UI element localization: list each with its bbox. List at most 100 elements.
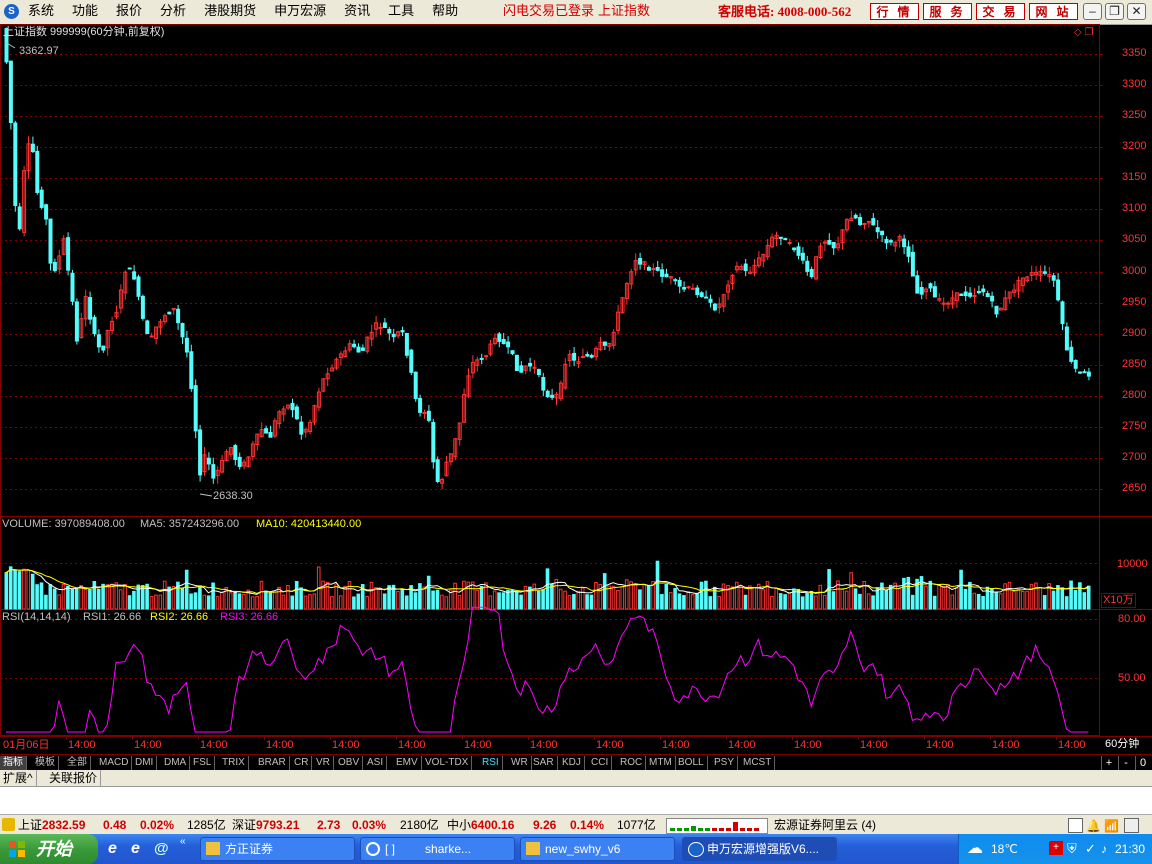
volume-bar: [61, 583, 66, 610]
volume-bar: [629, 581, 633, 610]
zx-label: 中小: [447, 818, 472, 832]
tab-roc[interactable]: ROC: [617, 756, 647, 770]
ie-quicklaunch-icon-2[interactable]: e: [131, 840, 149, 858]
task-founder-securities[interactable]: 方正证券: [200, 837, 355, 861]
chart-canvas[interactable]: [0, 24, 1152, 754]
menu-help[interactable]: 帮助: [432, 0, 458, 24]
tab-asi[interactable]: ASI: [364, 756, 388, 770]
related-quote-button[interactable]: 关联报价: [46, 770, 102, 786]
tab-dmi[interactable]: DMI: [132, 756, 158, 770]
tray-network-icon[interactable]: ✓: [1085, 834, 1096, 864]
menu-analysis[interactable]: 分析: [160, 0, 186, 24]
volume-bar: [286, 585, 290, 610]
tab-模板[interactable]: 模板: [32, 756, 59, 770]
website-button[interactable]: 网 站: [1029, 3, 1078, 20]
tab-mcst[interactable]: MCST: [740, 756, 776, 770]
tab-cci[interactable]: CCI: [588, 756, 613, 770]
service-button[interactable]: 服 务: [923, 3, 972, 20]
menu-hk-futures[interactable]: 港股期货: [204, 0, 256, 24]
quote-button[interactable]: 行 情: [870, 3, 919, 20]
candle-body: [638, 258, 643, 265]
candle-body: [206, 457, 211, 465]
tab-全部[interactable]: 全部: [64, 756, 91, 770]
tab-指标[interactable]: 指标: [0, 756, 27, 770]
volume-bar: [352, 596, 356, 610]
temperature[interactable]: 18℃: [991, 834, 1018, 864]
volume-bar: [748, 585, 752, 610]
trade-button[interactable]: 交 易: [976, 3, 1025, 20]
menu-news[interactable]: 资讯: [344, 0, 370, 24]
tab-psy[interactable]: PSY: [711, 756, 739, 770]
tab-dma[interactable]: DMA: [161, 756, 191, 770]
menu-swhy[interactable]: 申万宏源: [274, 0, 326, 24]
task-browser[interactable]: [ ] sharke...: [360, 837, 515, 861]
zoom-out-button[interactable]: -: [1118, 756, 1133, 770]
volume-icon[interactable]: ♪: [1101, 834, 1107, 864]
candle-body: [695, 287, 700, 296]
price-axis-label: 3350: [1122, 47, 1147, 59]
shield-icon[interactable]: ⛨: [1067, 834, 1077, 864]
tab-mtm[interactable]: MTM: [646, 756, 676, 770]
candle-body: [831, 242, 836, 249]
period-label[interactable]: 60分钟: [1105, 738, 1139, 751]
sh-label: 上证: [18, 818, 43, 832]
tab-obv[interactable]: OBV: [335, 756, 364, 770]
message-icon[interactable]: [1068, 818, 1083, 833]
tab-kdj[interactable]: KDJ: [559, 756, 585, 770]
expand-button[interactable]: 扩展^: [0, 770, 37, 786]
volume-bar: [686, 591, 691, 610]
chart-area[interactable]: 上证指数 999999(60分钟,前复权) 3362.97 2638.30 ◇ …: [0, 24, 1152, 754]
tray-app-icon[interactable]: +: [1049, 841, 1063, 855]
reset-zoom-button[interactable]: 0: [1135, 756, 1150, 770]
ie-quicklaunch-icon[interactable]: e: [108, 840, 126, 858]
alert-icon[interactable]: 🔔: [1086, 816, 1101, 836]
status-lock-icon[interactable]: [2, 818, 15, 831]
tab-emv[interactable]: EMV: [393, 756, 422, 770]
zoom-in-button[interactable]: +: [1101, 756, 1116, 770]
restore-icon[interactable]: ❐: [1105, 3, 1124, 20]
quicklaunch-expand-icon[interactable]: «: [180, 836, 198, 854]
price-axis-label: 2800: [1122, 388, 1147, 401]
menu-system[interactable]: 系统: [28, 0, 54, 24]
menu-tools[interactable]: 工具: [388, 0, 414, 24]
settings-icon[interactable]: [1124, 818, 1139, 833]
tab-sar[interactable]: SAR: [530, 756, 558, 770]
tab-boll[interactable]: BOLL: [675, 756, 708, 770]
volume-bar: [1051, 590, 1056, 610]
time-axis-label: 14:00: [860, 739, 888, 751]
sz-value: 9793.21: [256, 818, 300, 832]
tab-fsl[interactable]: FSL: [190, 756, 216, 770]
tab-brar[interactable]: BRAR: [255, 756, 290, 770]
flash-trade-status[interactable]: 闪电交易已登录: [503, 0, 594, 22]
start-button[interactable]: 开始: [0, 834, 98, 864]
tab-vol-tdx[interactable]: VOL-TDX: [422, 756, 473, 770]
tab-rsi[interactable]: RSI: [479, 756, 503, 770]
tab-vr[interactable]: VR: [313, 756, 334, 770]
task-new-swhy[interactable]: new_swhy_v6: [520, 837, 675, 861]
task-label: 申万宏源增强版V6....: [707, 842, 820, 856]
wireless-icon[interactable]: 📶: [1104, 816, 1119, 836]
volume-bar: [959, 569, 963, 610]
candle-body: [8, 60, 13, 124]
volume-bar: [413, 592, 418, 610]
clock[interactable]: 21:30: [1115, 834, 1145, 864]
tab-trix[interactable]: TRIX: [219, 756, 249, 770]
candle-body: [1051, 275, 1056, 281]
candle-body: [66, 237, 71, 271]
volume-bar: [211, 582, 215, 610]
tab-macd[interactable]: MACD: [96, 756, 133, 770]
menu-function[interactable]: 功能: [72, 0, 98, 24]
volume-bar: [422, 586, 427, 610]
menu-quote[interactable]: 报价: [116, 0, 142, 24]
windows-taskbar: 开始 e e @ « 方正证券 [ ] sharke... new_swhy_v6…: [0, 834, 1152, 864]
task-swhy-app[interactable]: 申万宏源增强版V6....: [682, 837, 837, 861]
server-name[interactable]: 宏源证券阿里云 (4): [774, 815, 876, 835]
tab-wr[interactable]: WR: [508, 756, 532, 770]
chart-options-icon[interactable]: ◇ ❐: [1074, 27, 1093, 38]
browser-quicklaunch-icon[interactable]: @: [154, 840, 172, 858]
minimize-icon[interactable]: –: [1083, 3, 1102, 20]
volume-bar: [431, 590, 435, 610]
close-icon[interactable]: ✕: [1127, 3, 1146, 20]
weather-cloud-icon[interactable]: ☁: [967, 834, 983, 864]
tab-cr[interactable]: CR: [291, 756, 313, 770]
